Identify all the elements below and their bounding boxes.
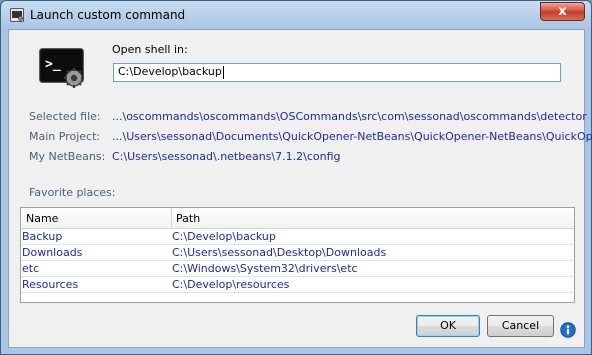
row-name: Resources bbox=[22, 278, 79, 291]
info-icon[interactable] bbox=[560, 322, 576, 341]
terminal-icon: >_ bbox=[39, 48, 85, 93]
ok-button[interactable]: OK bbox=[416, 315, 480, 337]
shell-path-value: C:\Develop\backup bbox=[118, 65, 222, 78]
netbeans-value: C:\Users\sessonad\.netbeans\7.1.2\config bbox=[112, 150, 341, 163]
column-divider[interactable] bbox=[171, 208, 172, 228]
row-path: C:\Develop\backup bbox=[172, 230, 276, 243]
cancel-button[interactable]: Cancel bbox=[487, 315, 554, 337]
row-name: etc bbox=[22, 262, 40, 275]
title-bar[interactable]: Launch custom command x bbox=[1, 1, 591, 29]
table-row[interactable]: Downloads C:\Users\sessonad\Desktop\Down… bbox=[21, 245, 574, 261]
favorites-table[interactable]: Name Path Backup C:\Develop\backup Downl… bbox=[20, 207, 575, 303]
shell-path-input[interactable]: C:\Develop\backup bbox=[113, 63, 561, 82]
main-project-label: Main Project: bbox=[29, 130, 101, 143]
column-header-path[interactable]: Path bbox=[176, 212, 200, 225]
row-path: C:\Develop\resources bbox=[172, 278, 290, 291]
launch-command-dialog: Launch custom command x >_ Open shell in… bbox=[0, 0, 592, 355]
table-row[interactable]: Resources C:\Develop\resources bbox=[21, 277, 574, 293]
selected-file-label: Selected file: bbox=[29, 110, 101, 123]
favorite-places-label: Favorite places: bbox=[29, 186, 116, 199]
row-path: C:\Windows\System32\drivers\etc bbox=[172, 262, 358, 275]
text-caret bbox=[222, 65, 224, 79]
close-button[interactable]: x bbox=[540, 2, 585, 21]
table-row[interactable]: Backup C:\Develop\backup bbox=[21, 229, 574, 245]
row-name: Backup bbox=[22, 230, 63, 243]
row-path: C:\Users\sessonad\Desktop\Downloads bbox=[172, 246, 387, 259]
row-name: Downloads bbox=[22, 246, 83, 259]
selected-file-value: ...\oscommands\oscommands\OSCommands\src… bbox=[112, 110, 587, 123]
svg-text:>_: >_ bbox=[45, 57, 61, 72]
app-icon bbox=[10, 8, 24, 22]
window-title: Launch custom command bbox=[30, 8, 186, 22]
netbeans-label: My NetBeans: bbox=[29, 150, 106, 163]
dialog-body: >_ Open shell in: C:\Develop\backup Sele… bbox=[8, 29, 592, 348]
column-header-name[interactable]: Name bbox=[26, 212, 58, 225]
table-row[interactable]: etc C:\Windows\System32\drivers\etc bbox=[21, 261, 574, 277]
table-header: Name Path bbox=[21, 208, 574, 229]
main-project-value: ...\Users\sessonad\Documents\QuickOpener… bbox=[112, 130, 592, 143]
close-icon: x bbox=[558, 4, 567, 19]
open-shell-label: Open shell in: bbox=[112, 43, 188, 56]
